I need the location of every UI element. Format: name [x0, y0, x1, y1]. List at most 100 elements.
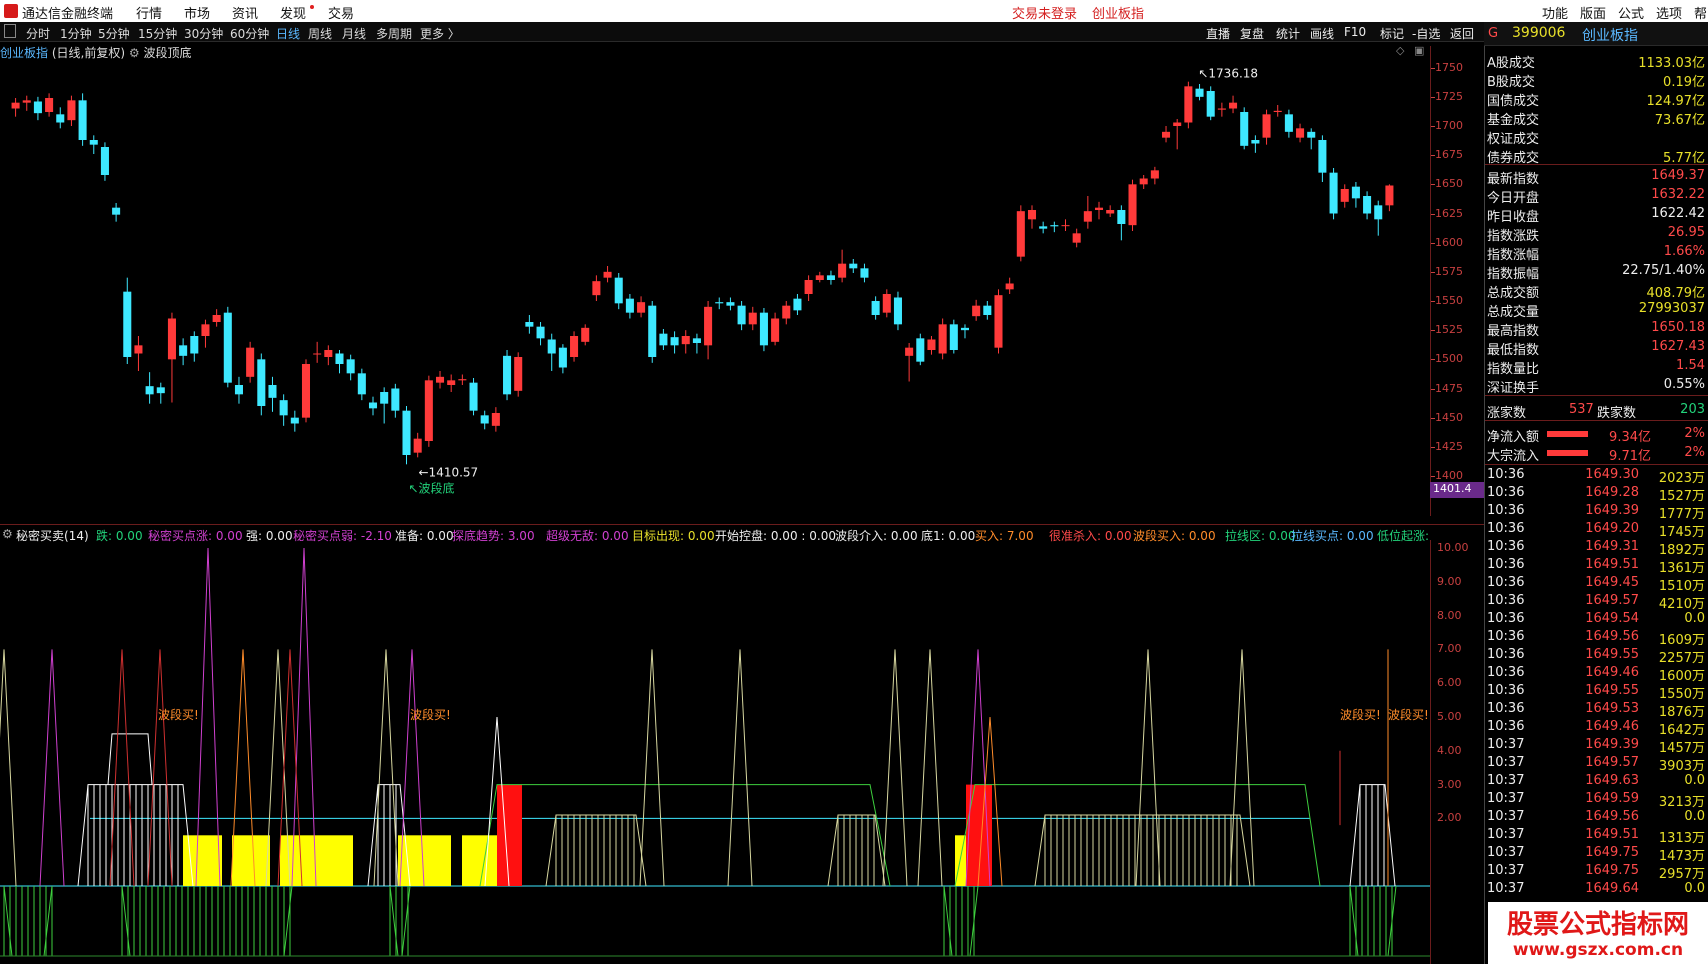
menu-faxian[interactable]: 发现 — [280, 3, 306, 22]
trade-login-status[interactable]: 交易未登录 — [1012, 3, 1077, 22]
candle — [134, 336, 143, 371]
tick-price: 1649.63 — [1585, 773, 1639, 788]
tool-f10[interactable]: F10 — [1344, 25, 1366, 39]
tick-price: 1649.53 — [1585, 701, 1639, 716]
candle-body — [1128, 184, 1137, 226]
candle — [1106, 205, 1115, 217]
candle — [413, 432, 422, 458]
indicator-chart[interactable]: 波段买! 波段买! 波段买! 波段买! — [0, 540, 1430, 964]
tool-fanhui[interactable]: 返回 — [1450, 25, 1474, 42]
candle-body — [491, 413, 500, 426]
candle — [715, 297, 724, 310]
tick-volume: 0.0 — [1684, 881, 1705, 896]
tool-zhibo[interactable]: 直播 — [1206, 25, 1230, 42]
pane-divider[interactable] — [0, 524, 1484, 525]
price-tick — [1431, 476, 1435, 477]
candle — [45, 93, 54, 117]
candle-body — [380, 392, 389, 404]
period-60min[interactable]: 60分钟 — [230, 25, 269, 42]
period-1min[interactable]: 1分钟 — [60, 25, 92, 42]
quote-value: 1.54 — [1676, 358, 1705, 373]
candle-body — [134, 345, 143, 354]
candle — [1016, 205, 1025, 262]
tick-row: 10:36 1649.55 2257万 — [1485, 646, 1708, 666]
tick-time: 10:36 — [1487, 575, 1525, 590]
candle — [972, 299, 981, 321]
indicator-spike — [39, 649, 65, 887]
menu-xuanxiang[interactable]: 选项 — [1656, 3, 1682, 22]
candle-body — [1005, 283, 1014, 290]
candle-body — [759, 312, 768, 346]
candle-body — [1251, 140, 1260, 144]
tick-time: 10:36 — [1487, 467, 1525, 482]
candle-body — [435, 376, 445, 383]
down-count-label: 跌家数 — [1597, 406, 1637, 421]
menu-jiaoyi[interactable]: 交易 — [328, 3, 354, 22]
candle-body — [603, 271, 612, 278]
tick-time: 10:37 — [1487, 755, 1525, 770]
tick-row: 10:36 1649.45 1510万 — [1485, 574, 1708, 594]
menu-zixun[interactable]: 资讯 — [232, 3, 258, 22]
tick-price: 1649.46 — [1585, 665, 1639, 680]
tool-fupan[interactable]: 复盘 — [1240, 25, 1264, 42]
tick-row: 10:36 1649.46 1642万 — [1485, 718, 1708, 738]
menu-banmian[interactable]: 版面 — [1580, 3, 1606, 22]
candle-body — [893, 297, 902, 325]
candle — [11, 98, 20, 117]
menu-shichang[interactable]: 市场 — [184, 3, 210, 22]
tool-biaoji[interactable]: 标记 — [1380, 25, 1404, 42]
candle — [78, 93, 87, 146]
flow-bar — [1547, 450, 1588, 456]
tick-time: 10:37 — [1487, 845, 1525, 860]
sidebar-toggle-icon[interactable] — [4, 24, 16, 38]
period-more[interactable]: 更多 〉 — [420, 25, 460, 42]
candle — [1117, 205, 1126, 241]
tick-row: 10:36 1649.28 1527万 — [1485, 484, 1708, 504]
quote-header: G 399006 创业板指 — [1484, 22, 1708, 46]
price-tick — [1431, 67, 1435, 69]
menu-gongneng[interactable]: 功能 — [1542, 3, 1568, 22]
tool-zixuan[interactable]: -自选 — [1412, 25, 1440, 42]
tick-price: 1649.57 — [1585, 593, 1639, 608]
yellow-signal-block — [462, 835, 502, 886]
quote-value: 1650.18 — [1651, 320, 1705, 335]
up-count: 537 — [1569, 402, 1594, 417]
period-30min[interactable]: 30分钟 — [184, 25, 223, 42]
candle-body — [1173, 122, 1182, 126]
candle — [1307, 128, 1316, 150]
candle-body — [1217, 108, 1226, 110]
candle — [692, 333, 701, 354]
period-daily[interactable]: 日线 — [276, 25, 300, 42]
tick-row: 10:37 1649.59 3213万 — [1485, 790, 1708, 810]
price-tick — [1431, 271, 1435, 273]
candle-body — [1318, 140, 1327, 173]
menu-hangqing[interactable]: 行情 — [136, 3, 162, 22]
tool-huaxian[interactable]: 画线 — [1310, 25, 1334, 42]
period-monthly[interactable]: 月线 — [342, 25, 366, 42]
indicator-gear-icon-2[interactable]: ⚙ — [2, 527, 13, 541]
candle-body — [223, 312, 232, 383]
period-multi[interactable]: 多周期 — [376, 25, 412, 42]
candlestick-chart[interactable]: ↖1736.18 ←1410.57↖波段底 — [0, 46, 1430, 516]
candle-body — [413, 438, 422, 453]
tick-row: 10:36 1649.30 2023万 — [1485, 466, 1708, 486]
green-zone-outline — [479, 784, 891, 887]
period-15min[interactable]: 15分钟 — [138, 25, 177, 42]
tick-price: 1649.57 — [1585, 755, 1639, 770]
candle — [782, 301, 791, 325]
candle-body — [692, 338, 701, 343]
red-signal-block — [497, 784, 522, 886]
candle — [67, 95, 76, 126]
candle — [402, 406, 411, 465]
tool-tongji[interactable]: 统计 — [1276, 25, 1300, 42]
period-5min[interactable]: 5分钟 — [98, 25, 130, 42]
candle-body — [1094, 207, 1104, 210]
menu-gongshi[interactable]: 公式 — [1618, 3, 1644, 22]
candle-body — [681, 336, 690, 345]
current-index-name[interactable]: 创业板指 — [1092, 3, 1144, 22]
tick-time: 10:37 — [1487, 827, 1525, 842]
menu-bangzhu[interactable]: 帮 — [1694, 3, 1707, 22]
candle — [905, 343, 914, 382]
period-weekly[interactable]: 周线 — [308, 25, 332, 42]
period-fenshi[interactable]: 分时 — [26, 25, 50, 42]
